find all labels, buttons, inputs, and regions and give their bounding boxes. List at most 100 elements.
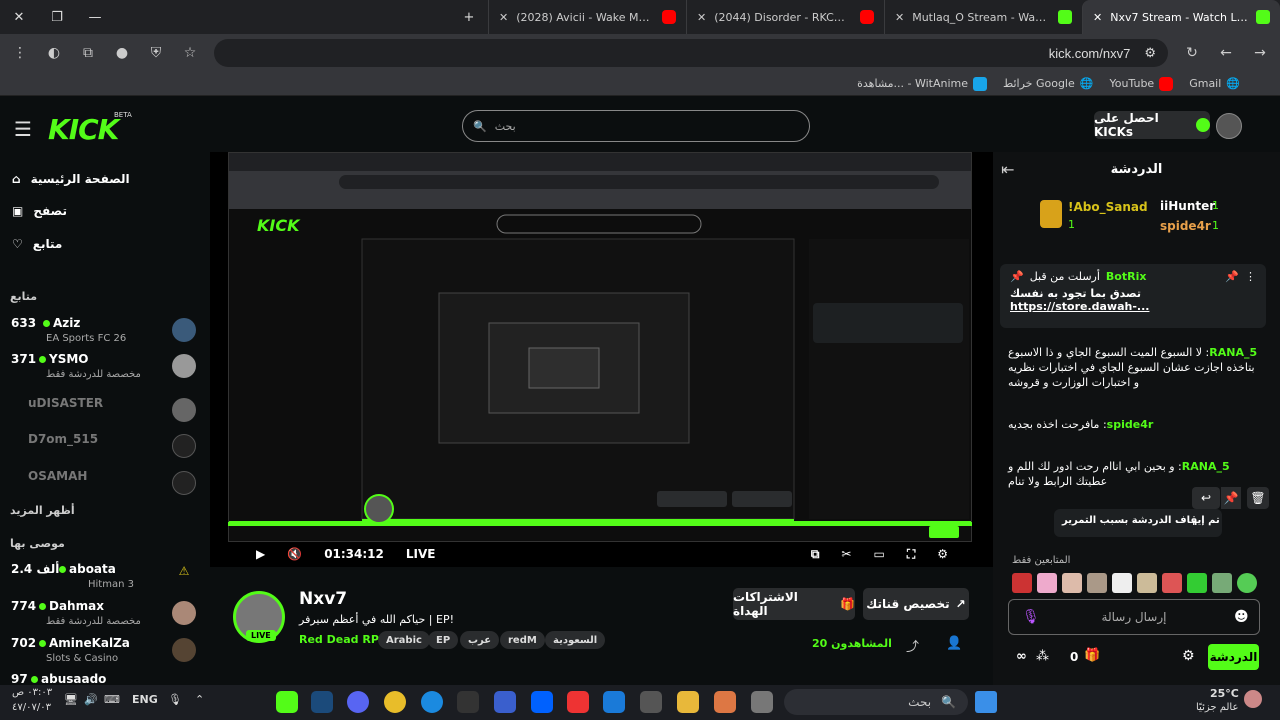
follow-user-icon[interactable]: 👤 — [946, 636, 962, 651]
language-indicator[interactable]: ENG — [132, 693, 158, 706]
extension-badge-icon[interactable]: ● — [112, 43, 132, 63]
chat-send-button[interactable]: الدردشة — [1208, 644, 1259, 670]
close-tab-icon[interactable]: ✕ — [895, 11, 904, 24]
unpin-icon[interactable]: 📌 — [1225, 270, 1239, 283]
stream-category[interactable]: Red Dead RP — [299, 633, 379, 646]
sidebar-channel-aziz[interactable]: 633 Aziz EA Sports FC 26 — [8, 314, 198, 350]
browser-tab[interactable]: ✕Mutlaq_O Stream - Watch Live — [884, 0, 1082, 34]
delete-icon[interactable]: 🗑 — [1247, 487, 1269, 509]
theater-icon[interactable]: ▭ — [873, 547, 884, 561]
site-settings-icon[interactable]: ⚙ — [1144, 45, 1156, 61]
nav-browse[interactable]: ▣ تصفح — [0, 196, 200, 226]
sidebar-channel-abusaado[interactable]: 97 abusaado — [8, 670, 198, 685]
restore-window-icon[interactable]: ❐ — [38, 0, 76, 34]
fullscreen-icon[interactable]: ⛶ — [907, 547, 915, 562]
start-icon[interactable] — [975, 691, 997, 713]
close-tab-icon[interactable]: ✕ — [1093, 11, 1102, 24]
discord-icon[interactable] — [347, 691, 369, 713]
puzzle-icon[interactable]: ⧉ — [78, 43, 98, 63]
clock-time[interactable]: ٠٣:٠٣ ص — [12, 687, 52, 698]
emote-icon[interactable] — [1212, 573, 1232, 593]
reply-icon[interactable]: ↩ — [1192, 487, 1220, 509]
mute-icon[interactable]: 🔇 — [287, 547, 302, 561]
bookmark-witanime[interactable]: مشاهدة... - WitAnime — [857, 76, 988, 91]
app-icon[interactable] — [751, 691, 773, 713]
new-tab-icon[interactable]: + — [450, 0, 488, 34]
mic-icon[interactable]: 🎙 — [1022, 609, 1040, 625]
channel-name[interactable]: Nxv7 — [299, 589, 347, 609]
browser-tab[interactable]: ✕(2044) Disorder - RKCB (Official — [686, 0, 884, 34]
sidebar-channel-udisaster[interactable]: uDISASTER — [8, 394, 198, 430]
pin-message-icon[interactable]: 📌 — [1221, 487, 1241, 509]
kick-app-icon[interactable] — [276, 691, 298, 713]
gifter-name[interactable]: !Abo_Sanad — [1068, 200, 1148, 214]
file-explorer-icon[interactable] — [677, 691, 699, 713]
get-kicks-button[interactable]: احصل على KICKs — [1094, 111, 1210, 139]
emote-icon[interactable] — [1137, 573, 1157, 593]
mail-icon[interactable] — [603, 691, 625, 713]
stream-progress-bar[interactable] — [228, 522, 972, 526]
chat-input[interactable]: إرسال رسالة — [1008, 599, 1260, 635]
app-icon[interactable] — [567, 691, 589, 713]
clip-icon[interactable]: ✂ — [841, 547, 851, 561]
nav-following[interactable]: ♡ متابع — [0, 229, 200, 259]
user-avatar[interactable] — [1216, 113, 1242, 139]
browser-tab[interactable]: ✕(2028) Avicii - Wake Me Up (Offi — [488, 0, 686, 34]
sidebar-channel-aminekalza[interactable]: 702 AmineKalZa Slots & Casino — [8, 634, 198, 670]
browser-tab-active[interactable]: ✕Nxv7 Stream - Watch Live on Ki — [1082, 0, 1280, 34]
store-icon[interactable] — [640, 691, 662, 713]
gifter-name[interactable]: iiHunter — [1160, 199, 1215, 213]
sidebar-channel-d7om[interactable]: D7om_515 — [8, 430, 198, 466]
show-more-link[interactable]: أظهر المزيد — [10, 504, 75, 517]
sidebar-channel-aboata[interactable]: 2.4 ألف aboata Hitman 3 ⚠ — [8, 560, 198, 596]
chat-settings-icon[interactable]: ⚙ — [1182, 648, 1195, 664]
taskbar-search[interactable]: بحث 🔍 — [784, 689, 968, 715]
emote-icon[interactable] — [1187, 573, 1207, 593]
edge-icon[interactable] — [421, 691, 443, 713]
emote-icon[interactable] — [1112, 573, 1132, 593]
pinned-link[interactable]: https://store.dawah-... — [1010, 300, 1256, 313]
emote-icon[interactable] — [1087, 573, 1107, 593]
emote-icon[interactable] — [1012, 573, 1032, 593]
emoji-icon[interactable]: ☻ — [1234, 609, 1249, 625]
steam-icon[interactable] — [311, 691, 333, 713]
star-icon[interactable]: ☆ — [180, 43, 200, 63]
bookmark-maps[interactable]: خرائط Google 🌐 — [1003, 77, 1093, 90]
bookmark-youtube[interactable]: YouTube — [1109, 76, 1174, 91]
network-icon[interactable]: ⌨ — [104, 693, 120, 706]
kick-logo[interactable]: KICK — [48, 113, 119, 146]
emote-icon[interactable] — [1162, 573, 1182, 593]
back-icon[interactable]: ← — [1216, 43, 1236, 63]
app-icon[interactable] — [494, 691, 516, 713]
pip-icon[interactable]: ⧉ — [811, 547, 820, 562]
share-icon[interactable]: ⤴ — [906, 636, 919, 655]
bookmark-gmail[interactable]: Gmail 🌐 — [1189, 77, 1240, 90]
close-tab-icon[interactable]: ✕ — [499, 11, 508, 24]
hamburger-menu-icon[interactable]: ☰ — [14, 117, 32, 141]
extension-icon[interactable]: ◐ — [44, 43, 64, 63]
gifter-name[interactable]: spide4r — [1160, 219, 1211, 233]
settings-gear-icon[interactable]: ⚙ — [937, 547, 948, 561]
search-input[interactable]: 🔍 بحث — [462, 110, 810, 142]
nav-home[interactable]: ⌂ الصفحة الرئيسية — [0, 164, 200, 194]
clock-date[interactable]: ٤٧/٠٧/٠٣ — [12, 702, 51, 713]
notification-icon[interactable]: 🖥 — [64, 693, 78, 706]
pinned-message[interactable]: 📌 أرسلت من قبل BotRix 📌 ⋮ تصدق بما تجود … — [1000, 264, 1266, 328]
emote-icon[interactable] — [1237, 573, 1257, 593]
close-tab-icon[interactable]: ✕ — [697, 11, 706, 24]
mic-tray-icon[interactable]: 🎙 — [168, 693, 182, 706]
tag-saudi[interactable]: السعودية — [545, 631, 606, 649]
tray-overflow-icon[interactable]: ⌃ — [195, 693, 204, 706]
shield-icon[interactable]: ⛨ — [146, 43, 166, 63]
speaker-icon[interactable]: 🔊 — [84, 693, 98, 706]
chrome-icon[interactable] — [384, 691, 406, 713]
copilot-icon[interactable] — [714, 691, 736, 713]
menu-dots-icon[interactable]: ⋮ — [10, 43, 30, 63]
close-window-icon[interactable]: ✕ — [0, 0, 38, 34]
more-icon[interactable]: ⋮ — [1245, 270, 1256, 283]
minimize-window-icon[interactable]: — — [76, 0, 114, 34]
reload-icon[interactable]: ↻ — [1182, 43, 1202, 63]
tag-ep[interactable]: EP — [428, 631, 459, 649]
gift-icon[interactable]: 🎁 — [1084, 648, 1100, 663]
tag-redm[interactable]: redM — [500, 631, 545, 649]
